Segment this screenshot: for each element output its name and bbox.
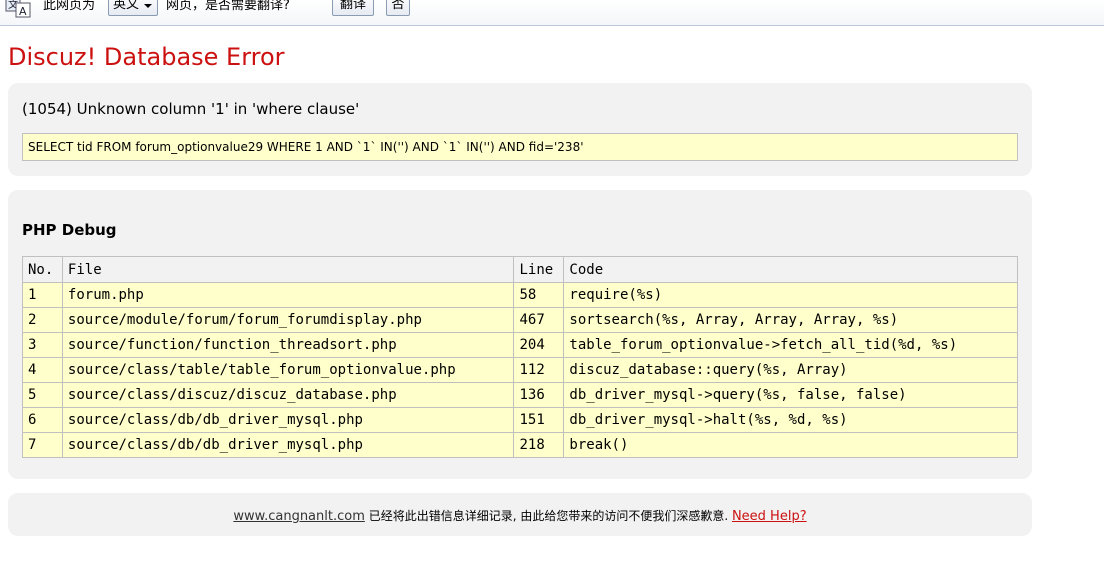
cell-line: 112 bbox=[513, 357, 565, 383]
column-header-line: Line bbox=[513, 256, 565, 283]
page-title: Discuz! Database Error bbox=[8, 43, 285, 71]
cell-line: 204 bbox=[513, 332, 565, 358]
cell-file: source/class/db/db_driver_mysql.php bbox=[61, 432, 515, 458]
cell-code: require(%s) bbox=[563, 282, 1018, 308]
cell-code: discuz_database::query(%s, Array) bbox=[563, 357, 1018, 383]
cell-no: 5 bbox=[22, 382, 63, 408]
cell-no: 3 bbox=[22, 332, 63, 358]
translate-prefix: 此网页为 bbox=[43, 0, 96, 13]
table-row: 7 source/class/db/db_driver_mysql.php 21… bbox=[22, 432, 1018, 458]
cell-file: source/class/discuz/discuz_database.php bbox=[61, 382, 515, 408]
debug-panel: PHP Debug No. File Line Code 1 forum.php… bbox=[8, 190, 1032, 479]
no-translate-button[interactable]: 否 bbox=[386, 0, 410, 16]
cell-no: 4 bbox=[22, 357, 63, 383]
column-header-no: No. bbox=[22, 256, 63, 283]
table-row: 2 source/module/forum/forum_forumdisplay… bbox=[22, 307, 1018, 333]
table-row: 1 forum.php 58 require(%s) bbox=[22, 282, 1018, 308]
cell-file: forum.php bbox=[61, 282, 515, 308]
error-message: (1054) Unknown column '1' in 'where clau… bbox=[22, 100, 360, 118]
table-row: 4 source/class/table/table_forum_optionv… bbox=[22, 357, 1018, 383]
cell-code: sortsearch(%s, Array, Array, Array, %s) bbox=[563, 307, 1018, 333]
language-select[interactable]: 英文 bbox=[108, 0, 158, 16]
footer-message: 已经将此出错信息详细记录, 由此给您带来的访问不便我们深感歉意. bbox=[364, 509, 732, 523]
translate-button[interactable]: 翻译 bbox=[332, 0, 374, 16]
cell-code: db_driver_mysql->halt(%s, %d, %s) bbox=[563, 407, 1018, 433]
site-link[interactable]: www.cangnanlt.com bbox=[233, 509, 365, 524]
sql-query: SELECT tid FROM forum_optionvalue29 WHER… bbox=[22, 133, 1018, 161]
cell-no: 7 bbox=[22, 432, 63, 458]
svg-text:A: A bbox=[19, 5, 27, 18]
table-row: 3 source/function/function_threadsort.ph… bbox=[22, 332, 1018, 358]
translate-question: 网页，是否需要翻译? bbox=[166, 0, 290, 13]
column-header-code: Code bbox=[563, 256, 1018, 283]
cell-file: source/class/table/table_forum_optionval… bbox=[61, 357, 515, 383]
cell-no: 1 bbox=[22, 282, 63, 308]
language-select-value: 英文 bbox=[113, 0, 140, 12]
debug-title: PHP Debug bbox=[22, 221, 117, 239]
cell-line: 218 bbox=[513, 432, 565, 458]
cell-code: db_driver_mysql->query(%s, false, false) bbox=[563, 382, 1018, 408]
cell-line: 58 bbox=[513, 282, 565, 308]
cell-file: source/module/forum/forum_forumdisplay.p… bbox=[61, 307, 515, 333]
error-panel: (1054) Unknown column '1' in 'where clau… bbox=[8, 83, 1032, 176]
cell-file: source/class/db/db_driver_mysql.php bbox=[61, 407, 515, 433]
cell-no: 2 bbox=[22, 307, 63, 333]
table-row: 6 source/class/db/db_driver_mysql.php 15… bbox=[22, 407, 1018, 433]
translate-bar: 文 A 此网页为 英文 网页，是否需要翻译? 翻译 否 bbox=[0, 0, 1104, 26]
cell-line: 151 bbox=[513, 407, 565, 433]
footer-panel: www.cangnanlt.com 已经将此出错信息详细记录, 由此给您带来的访… bbox=[8, 493, 1032, 536]
cell-no: 6 bbox=[22, 407, 63, 433]
table-header-row: No. File Line Code bbox=[22, 256, 1018, 283]
debug-table: No. File Line Code 1 forum.php 58 requir… bbox=[22, 256, 1018, 458]
column-header-file: File bbox=[61, 256, 515, 283]
cell-file: source/function/function_threadsort.php bbox=[61, 332, 515, 358]
cell-code: table_forum_optionvalue->fetch_all_tid(%… bbox=[563, 332, 1018, 358]
cell-line: 136 bbox=[513, 382, 565, 408]
chevron-down-icon bbox=[144, 4, 152, 8]
translate-icon: 文 A bbox=[5, 0, 31, 18]
cell-code: break() bbox=[563, 432, 1018, 458]
need-help-link[interactable]: Need Help? bbox=[732, 509, 807, 524]
footer-text-line: www.cangnanlt.com 已经将此出错信息详细记录, 由此给您带来的访… bbox=[8, 507, 1032, 524]
cell-line: 467 bbox=[513, 307, 565, 333]
table-row: 5 source/class/discuz/discuz_database.ph… bbox=[22, 382, 1018, 408]
